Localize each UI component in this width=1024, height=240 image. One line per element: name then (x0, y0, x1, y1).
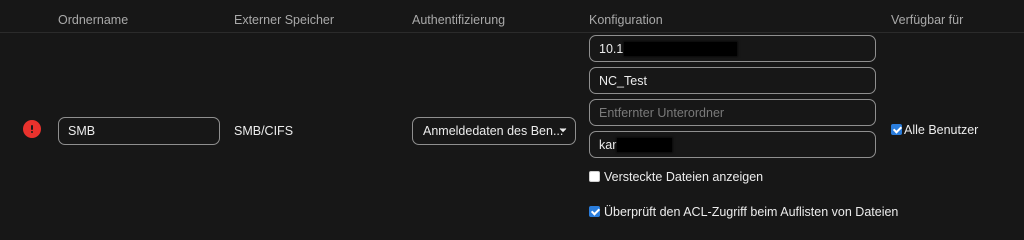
header-external-storage: Externer Speicher (234, 13, 335, 27)
authentication-selected-value: Anmeldedaten des Ben... (423, 124, 564, 138)
header-available-for: Verfügbar für (891, 13, 964, 27)
host-input[interactable]: 10.1 (589, 35, 876, 62)
folder-name-value: SMB (68, 124, 96, 138)
header-configuration: Konfiguration (589, 13, 663, 27)
external-storage-type: SMB/CIFS (234, 124, 294, 138)
show-hidden-files-option[interactable]: Versteckte Dateien anzeigen (589, 170, 763, 184)
share-input[interactable]: NC_Test (589, 67, 876, 94)
exclamation-icon (31, 125, 33, 133)
check-acl-checkbox[interactable] (589, 206, 600, 218)
check-acl-label: Überprüft den ACL-Zugriff beim Auflisten… (604, 205, 899, 219)
redacted-block (624, 41, 738, 56)
folder-name-input[interactable]: SMB (58, 117, 220, 145)
domain-value: kar (599, 137, 617, 152)
domain-input[interactable]: kar (589, 131, 876, 158)
redacted-block (617, 137, 673, 152)
remote-subfolder-input[interactable]: Entfernter Unterordner (589, 99, 876, 126)
chevron-down-icon (559, 128, 567, 133)
all-users-checkbox[interactable] (891, 124, 902, 136)
check-acl-option[interactable]: Überprüft den ACL-Zugriff beim Auflisten… (589, 205, 898, 219)
show-hidden-files-checkbox[interactable] (589, 171, 600, 183)
all-users-label: Alle Benutzer (904, 123, 979, 137)
share-value: NC_Test (599, 73, 647, 88)
header-folder-name: Ordnername (58, 13, 129, 27)
host-value: 10.1 (599, 41, 624, 56)
header-divider (0, 32, 1024, 33)
show-hidden-files-label: Versteckte Dateien anzeigen (604, 170, 764, 184)
authentication-select[interactable]: Anmeldedaten des Ben... (412, 117, 576, 145)
remote-subfolder-placeholder: Entfernter Unterordner (599, 105, 725, 120)
header-authentication: Authentifizierung (412, 13, 506, 27)
all-users-option[interactable]: Alle Benutzer (891, 123, 978, 137)
error-status-icon[interactable] (23, 120, 41, 138)
